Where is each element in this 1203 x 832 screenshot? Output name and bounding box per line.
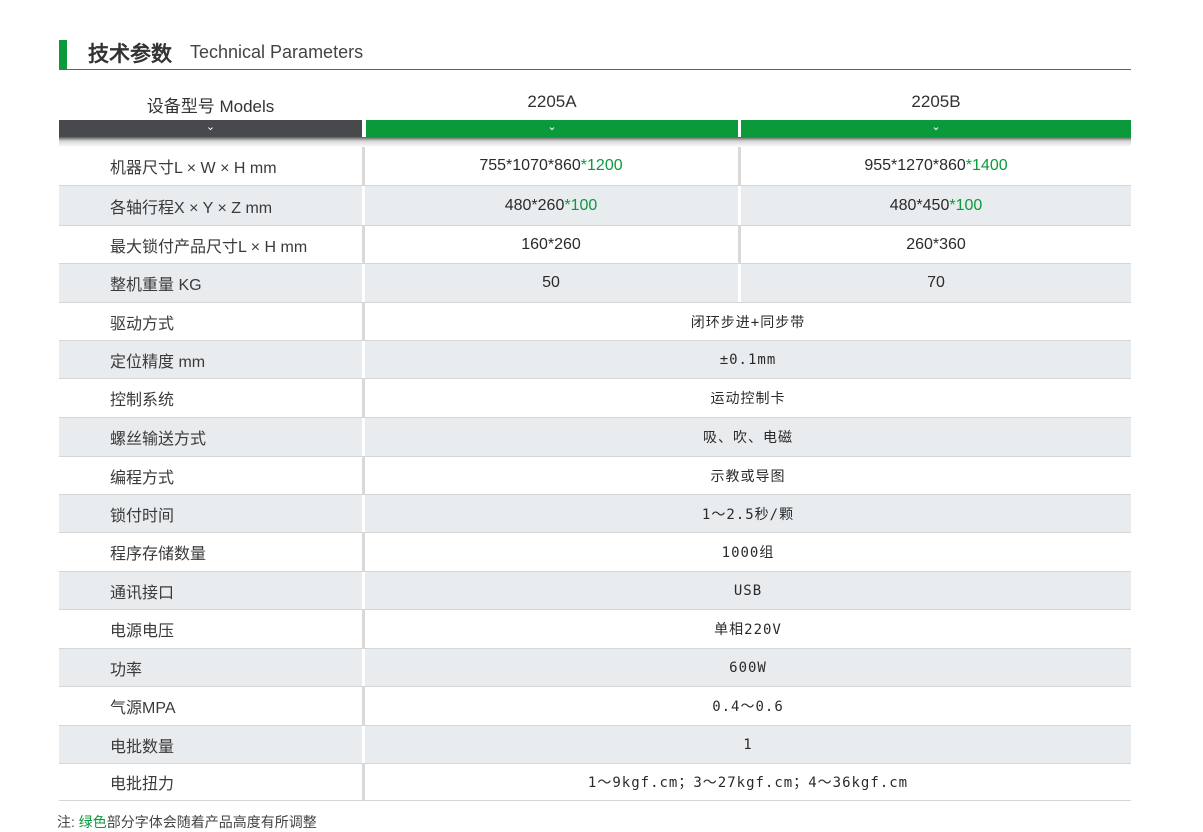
row-label: 螺丝输送方式 — [110, 431, 207, 448]
value-text-green: *1200 — [580, 157, 623, 174]
row-label: 机器尺寸L × W × H mm — [110, 160, 277, 177]
model-b-value: 480*450 *100 — [741, 186, 1131, 225]
label-column-strip: ⌄ — [59, 120, 362, 137]
table-row: 程序存储数量 1000组 — [59, 533, 1131, 572]
row-label: 气源MPA — [110, 700, 176, 717]
shared-value: 1～2.5秒/颗 — [701, 506, 795, 523]
table-row: 控制系统 运动控制卡 — [59, 379, 1131, 418]
model-b-header: 2205B — [911, 92, 961, 111]
model-b-value: 260*360 — [741, 226, 1131, 263]
row-label: 程序存储数量 — [110, 546, 207, 563]
shared-value: ±0.1mm — [719, 351, 777, 368]
row-label: 锁付时间 — [110, 507, 175, 525]
row-label: 功率 — [110, 661, 143, 679]
model-a-value: 160*260 — [365, 226, 737, 263]
models-header-label: 设备型号 Models — [146, 97, 275, 116]
value-text-green: *1400 — [965, 157, 1008, 174]
section-title-cn: 技术参数 — [88, 43, 172, 66]
table-row: 编程方式 示教或导图 — [59, 457, 1131, 495]
value-text: 480*450 — [889, 196, 950, 214]
row-label: 电批数量 — [110, 738, 175, 756]
shared-value: 吸、吹、电磁 — [703, 430, 793, 446]
footnote-green-word: 绿色 — [78, 814, 107, 830]
value-text: 480*260 — [504, 196, 565, 214]
shared-value: 闭环步进+同步带 — [690, 314, 806, 331]
shared-value: 1 — [743, 736, 753, 753]
footnote-prefix: 注: — [57, 814, 79, 830]
table-row: 定位精度 mm ±0.1mm — [59, 341, 1131, 379]
model-b-value: 70 — [741, 264, 1131, 302]
row-label: 定位精度 mm — [110, 353, 206, 371]
chevron-down-icon: ⌄ — [931, 121, 941, 133]
section-header: 技术参数 Technical Parameters — [59, 36, 1131, 70]
value-text: 955*1270*860 — [864, 157, 966, 174]
model-a-header: 2205A — [527, 92, 577, 111]
table-row: 电批数量 1 — [59, 726, 1131, 764]
shared-value: 600W — [729, 659, 767, 676]
footnote-text: 部分字体会随着产品高度有所调整 — [106, 814, 317, 830]
chevron-down-icon: ⌄ — [547, 121, 557, 133]
model-a-value: 50 — [365, 264, 737, 302]
value-text: 70 — [927, 274, 945, 291]
value-text: 260*360 — [906, 235, 966, 253]
row-label: 驱动方式 — [110, 315, 175, 333]
table-row: 锁付时间 1～2.5秒/颗 — [59, 495, 1131, 533]
row-label: 整机重量 KG — [110, 277, 202, 294]
value-text: 50 — [542, 274, 560, 291]
shared-value: USB — [733, 582, 763, 599]
value-text-green: *100 — [564, 196, 598, 214]
header-shadow — [59, 137, 1131, 147]
table-row: 各轴行程X × Y × Z mm 480*260 *100 480*450 *100 — [59, 186, 1131, 226]
shared-value: 0.4～0.6 — [712, 699, 784, 715]
footnote: 注: 绿色部分字体会随着产品高度有所调整 — [57, 812, 317, 832]
row-label: 通讯接口 — [110, 584, 175, 602]
value-text: 755*1070*860 — [479, 157, 581, 174]
shared-value: 示教或导图 — [710, 468, 786, 485]
table-row: 气源MPA 0.4～0.6 — [59, 687, 1131, 726]
table-row: 机器尺寸L × W × H mm 755*1070*860 *1200 955*1… — [59, 147, 1131, 186]
shared-value: 运动控制卡 — [710, 391, 786, 407]
table-row: 整机重量 KG 50 70 — [59, 264, 1131, 303]
shared-value: 1～9kgf.cm；3～27kgf.cm；4～36kgf.cm — [587, 775, 909, 791]
value-text: 160*260 — [521, 235, 581, 253]
row-label: 编程方式 — [110, 469, 175, 487]
row-label: 电批扭力 — [110, 776, 175, 793]
table-row: 通讯接口 USB — [59, 572, 1131, 610]
shared-value: 单相220V — [714, 622, 782, 638]
model-b-strip: ⌄ — [741, 120, 1131, 137]
model-a-strip: ⌄ — [366, 120, 738, 137]
section-title-en: Technical Parameters — [190, 42, 364, 62]
section-accent-bar — [59, 40, 67, 70]
shared-value: 1000组 — [721, 545, 775, 561]
chevron-down-icon: ⌄ — [205, 121, 216, 133]
section-divider — [59, 69, 1131, 70]
value-text-green: *100 — [949, 196, 983, 214]
table-row: 电批扭力 1～9kgf.cm；3～27kgf.cm；4～36kgf.cm — [59, 764, 1131, 801]
row-label: 各轴行程X × Y × Z mm — [110, 199, 273, 217]
row-label: 控制系统 — [110, 392, 175, 409]
row-label: 最大锁付产品尺寸L × H mm — [110, 238, 308, 256]
table-row: 最大锁付产品尺寸L × H mm 160*260 260*360 — [59, 226, 1131, 264]
table-row: 螺丝输送方式 吸、吹、电磁 — [59, 418, 1131, 457]
model-b-value: 955*1270*860 *1400 — [741, 147, 1131, 185]
model-a-value: 480*260 *100 — [365, 186, 737, 225]
model-a-value: 755*1070*860 *1200 — [365, 147, 737, 185]
table-row: 功率 600W — [59, 649, 1131, 687]
row-label: 电源电压 — [110, 623, 175, 640]
table-row: 电源电压 单相220V — [59, 610, 1131, 649]
table-row: 驱动方式 闭环步进+同步带 — [59, 303, 1131, 341]
